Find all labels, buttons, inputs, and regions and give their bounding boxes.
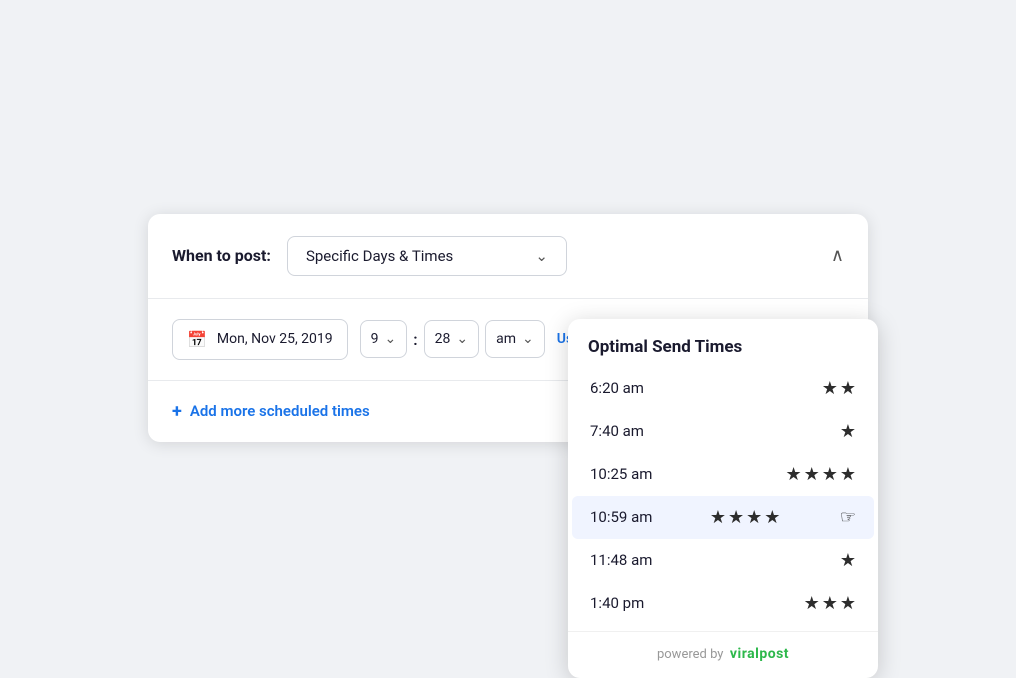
star-icon: ★ <box>804 464 820 485</box>
optimal-item-stars: ★★ <box>822 378 856 399</box>
powered-by-footer: powered by viralpost <box>568 631 878 678</box>
header-row: When to post: Specific Days & Times ⌄ ∧ <box>148 214 868 299</box>
optimal-item-time: 1:40 pm <box>590 594 644 612</box>
optimal-item[interactable]: 11:48 am ★ <box>572 539 874 582</box>
optimal-header: Optimal Send Times <box>568 319 878 367</box>
optimal-item[interactable]: 7:40 am ★ <box>572 410 874 453</box>
hour-value: 9 <box>371 331 379 347</box>
optimal-list: 6:20 am★★7:40 am★10:25 am★★★★10:59 am★★★… <box>568 367 878 625</box>
star-icon: ★ <box>840 421 856 442</box>
chevron-up-icon: ∧ <box>831 245 844 266</box>
ampm-value: am <box>496 331 516 347</box>
when-to-post-label: When to post: <box>172 246 271 265</box>
star-icon: ★ <box>728 507 744 528</box>
main-card: When to post: Specific Days & Times ⌄ ∧ … <box>148 214 868 442</box>
collapse-button[interactable]: ∧ <box>831 245 844 266</box>
star-icon: ★ <box>804 593 820 614</box>
optimal-item-time: 10:59 am <box>590 508 652 526</box>
star-icon: ★ <box>822 464 838 485</box>
star-icon: ★ <box>840 550 856 571</box>
optimal-item[interactable]: 6:20 am ★★ <box>572 367 874 410</box>
time-colon: : <box>413 330 417 349</box>
star-icon: ★ <box>746 507 762 528</box>
optimal-item-stars: ★★★★ <box>710 507 781 528</box>
optimal-item[interactable]: 10:59 am★★★★☞ <box>572 496 874 539</box>
star-icon: ★ <box>785 464 801 485</box>
star-icon: ★ <box>840 378 856 399</box>
date-picker[interactable]: 📅 Mon, Nov 25, 2019 <box>172 319 348 360</box>
minute-value: 28 <box>435 331 451 347</box>
add-more-label: Add more scheduled times <box>190 402 370 420</box>
optimal-item-time: 6:20 am <box>590 379 644 397</box>
optimal-item-stars: ★ <box>840 421 856 442</box>
viralpost-brand: viralpost <box>730 646 789 662</box>
star-icon: ★ <box>840 464 856 485</box>
optimal-item[interactable]: 10:25 am★★★★ <box>572 453 874 496</box>
calendar-icon: 📅 <box>187 330 207 349</box>
optimal-item-time: 7:40 am <box>590 422 644 440</box>
star-icon: ★ <box>764 507 780 528</box>
powered-by-prefix: powered by <box>657 647 724 662</box>
post-timing-dropdown[interactable]: Specific Days & Times ⌄ <box>287 236 567 276</box>
ampm-select[interactable]: am ⌄ <box>485 320 545 358</box>
dropdown-value: Specific Days & Times <box>306 247 453 265</box>
minute-select[interactable]: 28 ⌄ <box>424 320 479 358</box>
optimal-dropdown: Optimal Send Times 6:20 am★★7:40 am★10:2… <box>568 319 878 678</box>
date-value: Mon, Nov 25, 2019 <box>217 331 333 347</box>
star-icon: ★ <box>822 593 838 614</box>
optimal-item-time: 11:48 am <box>590 551 652 569</box>
star-icon: ★ <box>840 593 856 614</box>
cursor-pointer-icon: ☞ <box>840 507 856 528</box>
optimal-item-stars: ★ <box>840 550 856 571</box>
optimal-item-time: 10:25 am <box>590 465 652 483</box>
ampm-chevron-icon: ⌄ <box>522 331 534 347</box>
optimal-item[interactable]: 1:40 pm★★★ <box>572 582 874 625</box>
optimal-title: Optimal Send Times <box>588 337 742 357</box>
star-icon: ★ <box>822 378 838 399</box>
star-icon: ★ <box>710 507 726 528</box>
time-group: 9 ⌄ : 28 ⌄ am ⌄ <box>360 320 545 358</box>
minute-chevron-icon: ⌄ <box>456 331 468 347</box>
chevron-down-icon: ⌄ <box>535 247 548 265</box>
hour-select[interactable]: 9 ⌄ <box>360 320 408 358</box>
optimal-item-stars: ★★★ <box>804 593 856 614</box>
plus-icon: + <box>172 401 182 422</box>
hour-chevron-icon: ⌄ <box>385 331 397 347</box>
optimal-item-stars: ★★★★ <box>785 464 856 485</box>
